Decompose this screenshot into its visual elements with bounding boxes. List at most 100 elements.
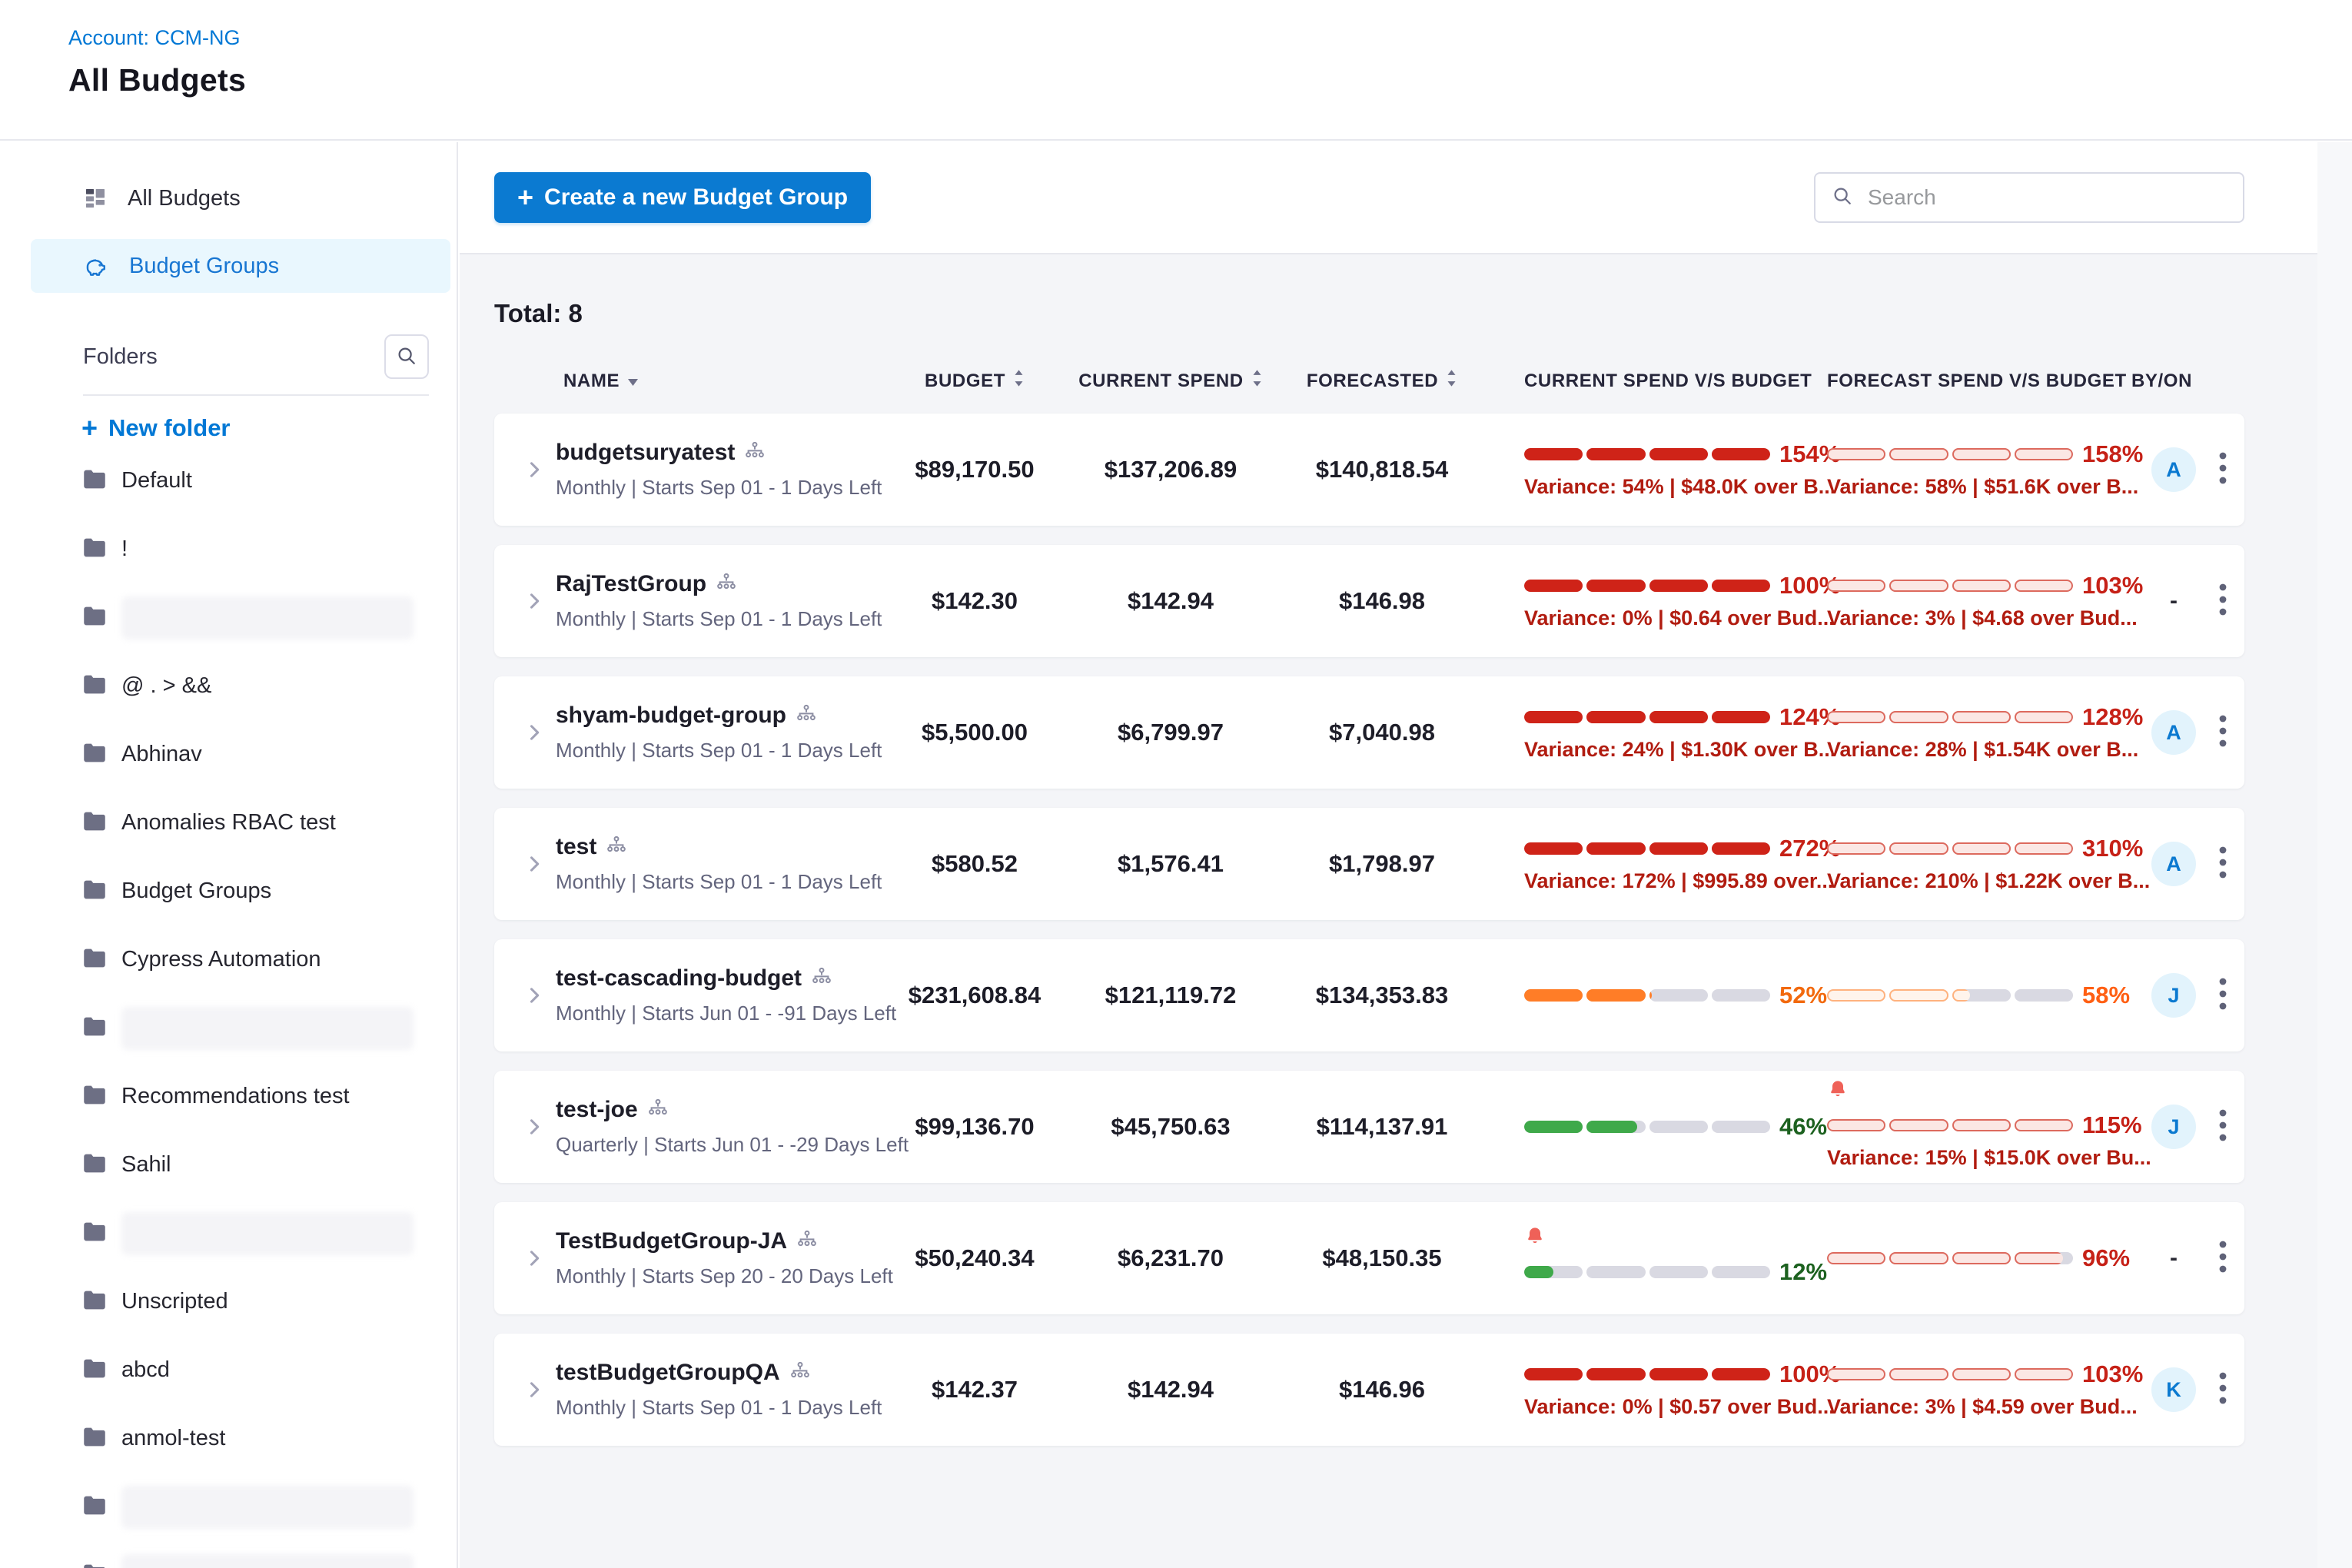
folder-item[interactable] (0, 1199, 457, 1267)
owner-avatar: J (2151, 973, 2196, 1018)
toolbar: + Create a new Budget Group (460, 142, 2317, 254)
expand-chevron-icon[interactable] (513, 1247, 556, 1269)
forecast-variance: Variance: 15% | $15.0K over Bu... (1827, 1146, 2131, 1170)
scroll-gutter[interactable] (2317, 142, 2352, 1568)
current-spend-progress-bar (1524, 1368, 1770, 1380)
forecast-vs-budget-cell: 115% Variance: 15% | $15.0K over Bu... (1816, 1071, 2131, 1183)
folder-item[interactable] (0, 994, 457, 1062)
row-menu-button[interactable] (2216, 713, 2229, 753)
budget-group-name: RajTestGroup (556, 571, 706, 597)
sidebar-item-budget-groups[interactable]: Budget Groups (31, 239, 450, 293)
column-by-on: BY/ON (2131, 370, 2192, 392)
folder-name: Abhinav (121, 742, 202, 767)
kebab-menu-icon (2218, 713, 2227, 753)
folder-name: @ . > && (121, 673, 211, 699)
redacted-folder-name (121, 1554, 414, 1568)
kebab-menu-icon (2218, 1107, 2227, 1148)
expand-chevron-icon[interactable] (513, 722, 556, 743)
current-variance: Variance: 0% | $0.64 over Bud... (1524, 606, 1816, 630)
table-row[interactable]: test-joe Quarterly | Starts Jun 01 - -29… (494, 1071, 2244, 1183)
folder-icon (83, 742, 106, 767)
table-row[interactable]: TestBudgetGroup-JA Monthly | Starts Sep … (494, 1202, 2244, 1314)
expand-chevron-icon[interactable] (513, 1116, 556, 1138)
forecasted-amount: $1,798.97 (1278, 850, 1486, 878)
sidebar-item-all-budgets[interactable]: All Budgets (0, 171, 457, 225)
hierarchy-icon (789, 1360, 811, 1386)
folder-item[interactable]: Cypress Automation (0, 925, 457, 994)
folder-item[interactable]: Anomalies RBAC test (0, 789, 457, 857)
folder-item[interactable] (0, 1473, 457, 1541)
table-row[interactable]: testBudgetGroupQA Monthly | Starts Sep 0… (494, 1334, 2244, 1446)
folder-icon (83, 879, 106, 904)
folder-icon (83, 1016, 106, 1041)
folder-icon (83, 1153, 106, 1178)
sort-icon[interactable] (1251, 368, 1263, 394)
expand-chevron-icon[interactable] (513, 985, 556, 1006)
budget-group-name: testBudgetGroupQA (556, 1360, 780, 1386)
current-spend-amount: $6,231.70 (1063, 1244, 1278, 1272)
total-count: Total: 8 (494, 299, 2244, 328)
forecast-variance: Variance: 3% | $4.68 over Bud... (1827, 606, 2131, 630)
row-menu-button[interactable] (2216, 975, 2229, 1016)
folder-item[interactable]: abcd (0, 1336, 457, 1404)
main-panel: Total: 8 NAME BUDGET CURRENT SPEND FOREC… (460, 254, 2317, 1568)
current-spend-progress-bar (1524, 448, 1770, 460)
table-row[interactable]: shyam-budget-group Monthly | Starts Sep … (494, 676, 2244, 789)
kebab-menu-icon (2218, 844, 2227, 885)
budget-group-name: test (556, 834, 596, 860)
column-current-spend: CURRENT SPEND (1078, 370, 1243, 392)
folder-item[interactable]: anmol-test (0, 1404, 457, 1473)
folder-item[interactable] (0, 1541, 457, 1568)
folder-item[interactable]: Abhinav (0, 720, 457, 789)
folder-item[interactable] (0, 583, 457, 652)
expand-chevron-icon[interactable] (513, 853, 556, 875)
account-breadcrumb[interactable]: Account: CCM-NG (68, 26, 241, 50)
forecast-variance: Variance: 58% | $51.6K over B... (1827, 475, 2131, 499)
row-menu-button[interactable] (2216, 1107, 2229, 1148)
current-spend-progress-bar (1524, 989, 1770, 1002)
folder-item[interactable]: Budget Groups (0, 857, 457, 925)
search-icon (395, 344, 418, 370)
by-on-cell: A (2131, 842, 2216, 886)
sort-icon[interactable] (1446, 368, 1457, 394)
row-menu-button[interactable] (2216, 581, 2229, 622)
forecasted-amount: $146.96 (1278, 1376, 1486, 1404)
budget-amount: $142.30 (886, 587, 1063, 615)
folder-item[interactable]: Default (0, 447, 457, 515)
folder-search-button[interactable] (384, 334, 429, 379)
table-row[interactable]: budgetsuryatest Monthly | Starts Sep 01 … (494, 414, 2244, 526)
forecast-spend-progress-bar (1827, 580, 2073, 592)
folder-item[interactable]: ! (0, 515, 457, 583)
folder-item[interactable]: @ . > && (0, 652, 457, 720)
row-menu-button[interactable] (2216, 1238, 2229, 1279)
sidebar-item-label: Budget Groups (129, 254, 279, 279)
budget-group-name: shyam-budget-group (556, 703, 786, 729)
table-row[interactable]: test-cascading-budget Monthly | Starts J… (494, 939, 2244, 1051)
budget-amount: $5,500.00 (886, 719, 1063, 746)
current-spend-amount: $142.94 (1063, 587, 1278, 615)
filter-caret-icon[interactable] (627, 370, 639, 392)
folder-item[interactable]: Sahil (0, 1131, 457, 1199)
new-folder-button[interactable]: + New folder (81, 414, 457, 442)
table-row[interactable]: test Monthly | Starts Sep 01 - 1 Days Le… (494, 808, 2244, 920)
sort-icon[interactable] (1013, 368, 1025, 394)
hierarchy-icon (647, 1098, 669, 1123)
kebab-menu-icon (2218, 1238, 2227, 1279)
search-input[interactable] (1866, 184, 2227, 211)
create-budget-group-button[interactable]: + Create a new Budget Group (494, 172, 871, 223)
row-menu-button[interactable] (2216, 844, 2229, 885)
expand-chevron-icon[interactable] (513, 1379, 556, 1400)
folder-name: anmol-test (121, 1426, 225, 1451)
folder-item[interactable]: Unscripted (0, 1267, 457, 1336)
row-menu-button[interactable] (2216, 1370, 2229, 1410)
folder-icon (83, 1221, 106, 1246)
by-on-cell: K (2131, 1367, 2216, 1412)
folder-item[interactable]: Recommendations test (0, 1062, 457, 1131)
current-vs-budget-cell: 100% Variance: 0% | $0.64 over Bud... (1486, 545, 1816, 657)
expand-chevron-icon[interactable] (513, 459, 556, 480)
table-row[interactable]: RajTestGroup Monthly | Starts Sep 01 - 1… (494, 545, 2244, 657)
row-menu-button[interactable] (2216, 450, 2229, 490)
folder-icon (83, 1495, 106, 1520)
expand-chevron-icon[interactable] (513, 590, 556, 612)
current-vs-budget-cell: 272% Variance: 172% | $995.89 over... (1486, 808, 1816, 920)
